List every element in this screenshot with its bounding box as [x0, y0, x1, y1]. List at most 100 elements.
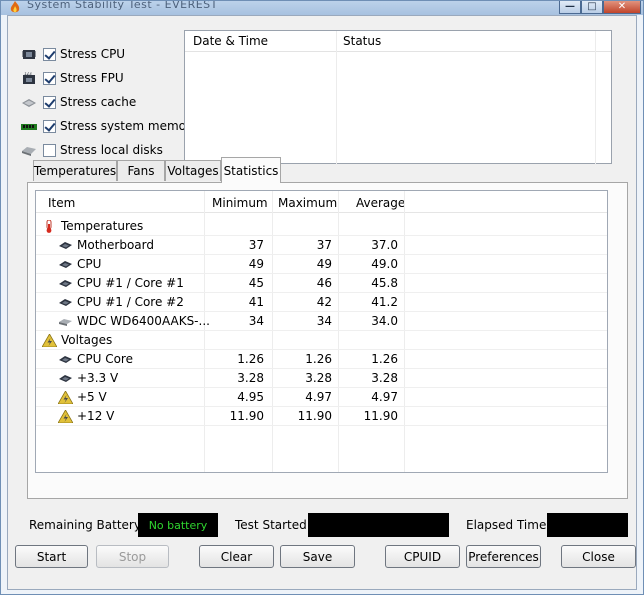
thermometer-icon	[46, 219, 52, 233]
maximize-button[interactable]: □	[581, 1, 603, 14]
log-divider	[595, 31, 596, 165]
tab-label: Voltages	[167, 164, 219, 178]
log-column-date-time[interactable]: Date & Time	[193, 34, 268, 48]
column-maximum[interactable]: Maximum	[278, 196, 337, 210]
row-maximum: 49	[316, 257, 332, 271]
statistics-table[interactable]: Item Minimum Maximum Average Temperature…	[35, 190, 608, 473]
table-row[interactable]: CPU #1 / Core #1 45 46 45.8	[36, 274, 607, 293]
stress-fpu-checkbox[interactable]	[43, 71, 56, 85]
cache-icon	[22, 98, 36, 107]
row-average: 45.8	[371, 276, 398, 290]
stress-cache-label: Stress cache	[60, 95, 137, 109]
tab-statistics[interactable]: Statistics	[221, 157, 281, 183]
battery-value: No battery	[148, 518, 208, 532]
column-average[interactable]: Average	[356, 196, 405, 210]
row-name: CPU Core	[77, 352, 133, 366]
memory-icon	[21, 123, 37, 130]
option-stress-cache[interactable]: Stress cache	[21, 93, 136, 111]
group-label: Voltages	[61, 333, 113, 347]
battery-value-box: No battery	[138, 513, 218, 537]
minimize-button[interactable]: —	[559, 1, 581, 14]
stress-memory-checkbox[interactable]	[43, 119, 56, 133]
table-row[interactable]: CPU 49 49 49.0	[36, 255, 607, 274]
row-minimum: 45	[248, 276, 264, 290]
row-name: CPU #1 / Core #1	[77, 276, 184, 290]
table-row[interactable]: WDC WD6400AAKS-... 34 34 34.0	[36, 312, 607, 331]
preferences-button-label: Preferences	[468, 549, 539, 564]
tab-fans[interactable]: Fans	[117, 160, 165, 181]
log-divider	[336, 31, 337, 165]
table-group-row[interactable]: Temperatures	[36, 217, 607, 236]
clear-button-label: Clear	[220, 549, 253, 564]
log-column-status[interactable]: Status	[343, 34, 381, 48]
close-button[interactable]: Close	[561, 545, 636, 568]
stop-button[interactable]: Stop	[96, 545, 169, 568]
stress-fpu-label: Stress FPU	[60, 71, 124, 85]
stability-test-window: System Stability Test - EVEREST — □ ✕ St…	[0, 0, 644, 595]
table-row[interactable]: +3.3 V 3.28 3.28 3.28	[36, 369, 607, 388]
row-minimum: 11.90	[229, 409, 264, 423]
option-stress-fpu[interactable]: 123 Stress FPU	[21, 69, 124, 87]
column-minimum[interactable]: Minimum	[212, 196, 268, 210]
disk-icon	[22, 146, 36, 156]
row-maximum: 4.97	[305, 390, 332, 404]
column-item[interactable]: Item	[48, 196, 75, 210]
row-minimum: 34	[248, 314, 264, 328]
row-name: +12 V	[77, 409, 115, 423]
tab-voltages[interactable]: Voltages	[165, 160, 221, 181]
table-group-row[interactable]: Voltages	[36, 331, 607, 350]
row-minimum: 37	[248, 238, 264, 252]
row-name: Motherboard	[77, 238, 154, 252]
row-minimum: 4.95	[237, 390, 264, 404]
preferences-button[interactable]: Preferences	[466, 545, 541, 568]
voltage-icon	[58, 390, 73, 404]
voltage-icon	[58, 409, 73, 423]
stress-disks-label: Stress local disks	[60, 143, 163, 157]
window-title: System Stability Test - EVEREST	[27, 1, 218, 11]
save-button-label: Save	[302, 549, 333, 564]
table-row[interactable]: +5 V 4.95 4.97 4.97	[36, 388, 607, 407]
start-button[interactable]: Start	[15, 545, 88, 568]
save-button[interactable]: Save	[280, 545, 355, 568]
stress-cache-checkbox[interactable]	[43, 95, 56, 109]
option-stress-memory[interactable]: Stress system memory	[21, 117, 198, 135]
log-header: Date & Time Status	[185, 31, 611, 52]
table-row[interactable]: Motherboard 37 37 37.0	[36, 236, 607, 255]
test-started-value-box	[308, 513, 449, 537]
row-minimum: 49	[248, 257, 264, 271]
close-window-button[interactable]: ✕	[603, 1, 641, 14]
battery-label: Remaining Battery:	[29, 518, 145, 532]
row-average: 1.26	[371, 352, 398, 366]
row-minimum: 1.26	[237, 352, 264, 366]
maximize-icon: □	[587, 1, 597, 12]
row-maximum: 3.28	[305, 371, 332, 385]
table-row[interactable]: CPU #1 / Core #2 41 42 41.2	[36, 293, 607, 312]
disk-icon	[59, 318, 72, 326]
table-row[interactable]: +12 V 11.90 11.90 11.90	[36, 407, 607, 426]
event-log-list[interactable]: Date & Time Status	[184, 30, 612, 165]
row-average: 3.28	[371, 371, 398, 385]
option-stress-disks[interactable]: Stress local disks	[21, 141, 163, 159]
row-average: 41.2	[371, 295, 398, 309]
motherboard-icon	[59, 241, 72, 249]
stress-cpu-label: Stress CPU	[60, 47, 126, 61]
clear-button[interactable]: Clear	[199, 545, 274, 568]
cpu-icon	[59, 374, 72, 382]
row-maximum: 46	[316, 276, 332, 290]
tab-temperatures[interactable]: Temperatures	[33, 160, 117, 181]
row-name: CPU	[77, 257, 102, 271]
cpu-icon	[59, 355, 72, 363]
voltage-icon	[42, 333, 57, 347]
close-button-label: Close	[582, 549, 615, 564]
option-stress-cpu[interactable]: Stress CPU	[21, 45, 125, 63]
cpuid-button[interactable]: CPUID	[385, 545, 460, 568]
row-average: 34.0	[371, 314, 398, 328]
stress-cpu-checkbox[interactable]	[43, 47, 56, 61]
row-maximum: 34	[316, 314, 332, 328]
group-label: Temperatures	[61, 219, 144, 233]
stress-disks-checkbox[interactable]	[43, 143, 56, 157]
row-maximum: 37	[316, 238, 332, 252]
row-name: WDC WD6400AAKS-...	[77, 314, 210, 328]
table-row[interactable]: CPU Core 1.26 1.26 1.26	[36, 350, 607, 369]
title-bar[interactable]: System Stability Test - EVEREST — □ ✕	[1, 1, 643, 15]
